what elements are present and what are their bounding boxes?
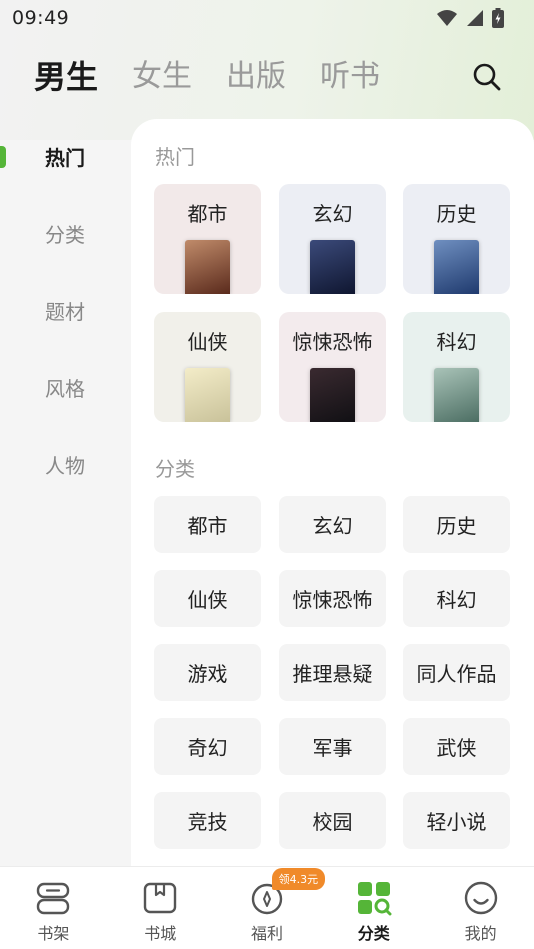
sidebar-item-character[interactable]: 人物 <box>0 426 130 503</box>
bookstore-icon <box>143 882 177 914</box>
category-button[interactable]: 轻小说 <box>403 792 510 849</box>
category-button[interactable]: 惊悚恐怖 <box>279 570 386 627</box>
tab-female[interactable]: 女生 <box>132 52 192 102</box>
book-cover <box>434 240 479 294</box>
hot-card-label: 惊悚恐怖 <box>292 330 373 354</box>
content-panel: 热门 都市 玄幻 历史 仙侠 惊悚恐怖 科幻 分类 都市 玄幻 历史 仙侠 惊悚… <box>131 119 534 869</box>
hot-card-label: 仙侠 <box>187 330 228 354</box>
nav-item-bookshelf[interactable]: 书架 <box>0 867 107 949</box>
category-button[interactable]: 推理悬疑 <box>279 644 386 701</box>
category-button[interactable]: 军事 <box>279 718 386 775</box>
wifi-icon <box>437 10 457 26</box>
category-button[interactable]: 历史 <box>403 496 510 553</box>
category-button[interactable]: 都市 <box>154 496 261 553</box>
battery-icon <box>492 8 504 28</box>
category-button[interactable]: 游戏 <box>154 644 261 701</box>
top-tabs: 男生 女生 出版 听书 <box>0 52 534 102</box>
section-title-hot: 热门 <box>155 145 195 169</box>
sidebar: 热门 分类 题材 风格 人物 <box>0 118 130 503</box>
reward-badge: 领4.3元 <box>271 868 326 890</box>
tab-male[interactable]: 男生 <box>34 52 98 102</box>
hot-card-fantasy[interactable]: 玄幻 <box>279 184 386 294</box>
book-cover <box>185 368 230 422</box>
category-button[interactable]: 武侠 <box>403 718 510 775</box>
hot-card-xianxia[interactable]: 仙侠 <box>154 312 261 422</box>
status-time: 09:49 <box>12 7 70 29</box>
category-button[interactable]: 仙侠 <box>154 570 261 627</box>
nav-label: 分类 <box>357 924 390 943</box>
category-button[interactable]: 玄幻 <box>279 496 386 553</box>
hot-card-label: 历史 <box>436 202 477 226</box>
search-icon[interactable] <box>472 62 502 92</box>
nav-item-category[interactable]: 分类 <box>320 867 427 949</box>
hot-card-history[interactable]: 历史 <box>403 184 510 294</box>
profile-icon <box>464 881 497 915</box>
status-icons <box>436 8 504 28</box>
category-button[interactable]: 科幻 <box>403 570 510 627</box>
book-cover <box>310 368 355 422</box>
hot-card-urban[interactable]: 都市 <box>154 184 261 294</box>
nav-item-welfare[interactable]: 福利 领4.3元 <box>214 867 326 949</box>
tab-publish[interactable]: 出版 <box>226 52 286 102</box>
hot-card-horror[interactable]: 惊悚恐怖 <box>279 312 386 422</box>
book-cover <box>434 368 479 422</box>
hot-card-label: 玄幻 <box>312 202 353 226</box>
sidebar-item-hot[interactable]: 热门 <box>0 118 130 195</box>
sidebar-item-theme[interactable]: 题材 <box>0 272 130 349</box>
nav-label: 福利 <box>250 924 283 943</box>
status-bar: 09:49 <box>0 0 534 36</box>
hot-card-scifi[interactable]: 科幻 <box>403 312 510 422</box>
category-button[interactable]: 校园 <box>279 792 386 849</box>
hot-card-label: 科幻 <box>436 330 477 354</box>
nav-label: 书架 <box>37 924 70 943</box>
bookshelf-icon <box>37 882 70 915</box>
section-title-category: 分类 <box>155 457 195 481</box>
sidebar-item-category[interactable]: 分类 <box>0 195 130 272</box>
category-button[interactable]: 同人作品 <box>403 644 510 701</box>
nav-label: 书城 <box>144 924 177 943</box>
hot-card-label: 都市 <box>187 202 228 226</box>
nav-item-profile[interactable]: 我的 <box>427 867 534 949</box>
book-cover <box>185 240 230 294</box>
category-button[interactable]: 奇幻 <box>154 718 261 775</box>
category-icon <box>357 882 392 916</box>
book-cover <box>310 240 355 294</box>
sidebar-item-style[interactable]: 风格 <box>0 349 130 426</box>
category-button[interactable]: 竞技 <box>154 792 261 849</box>
bottom-nav: 书架 书城 福利 领4.3元 分类 我的 <box>0 866 534 949</box>
tab-audiobook[interactable]: 听书 <box>320 52 380 102</box>
nav-item-bookstore[interactable]: 书城 <box>107 867 214 949</box>
signal-icon <box>467 10 483 26</box>
nav-label: 我的 <box>464 924 497 943</box>
